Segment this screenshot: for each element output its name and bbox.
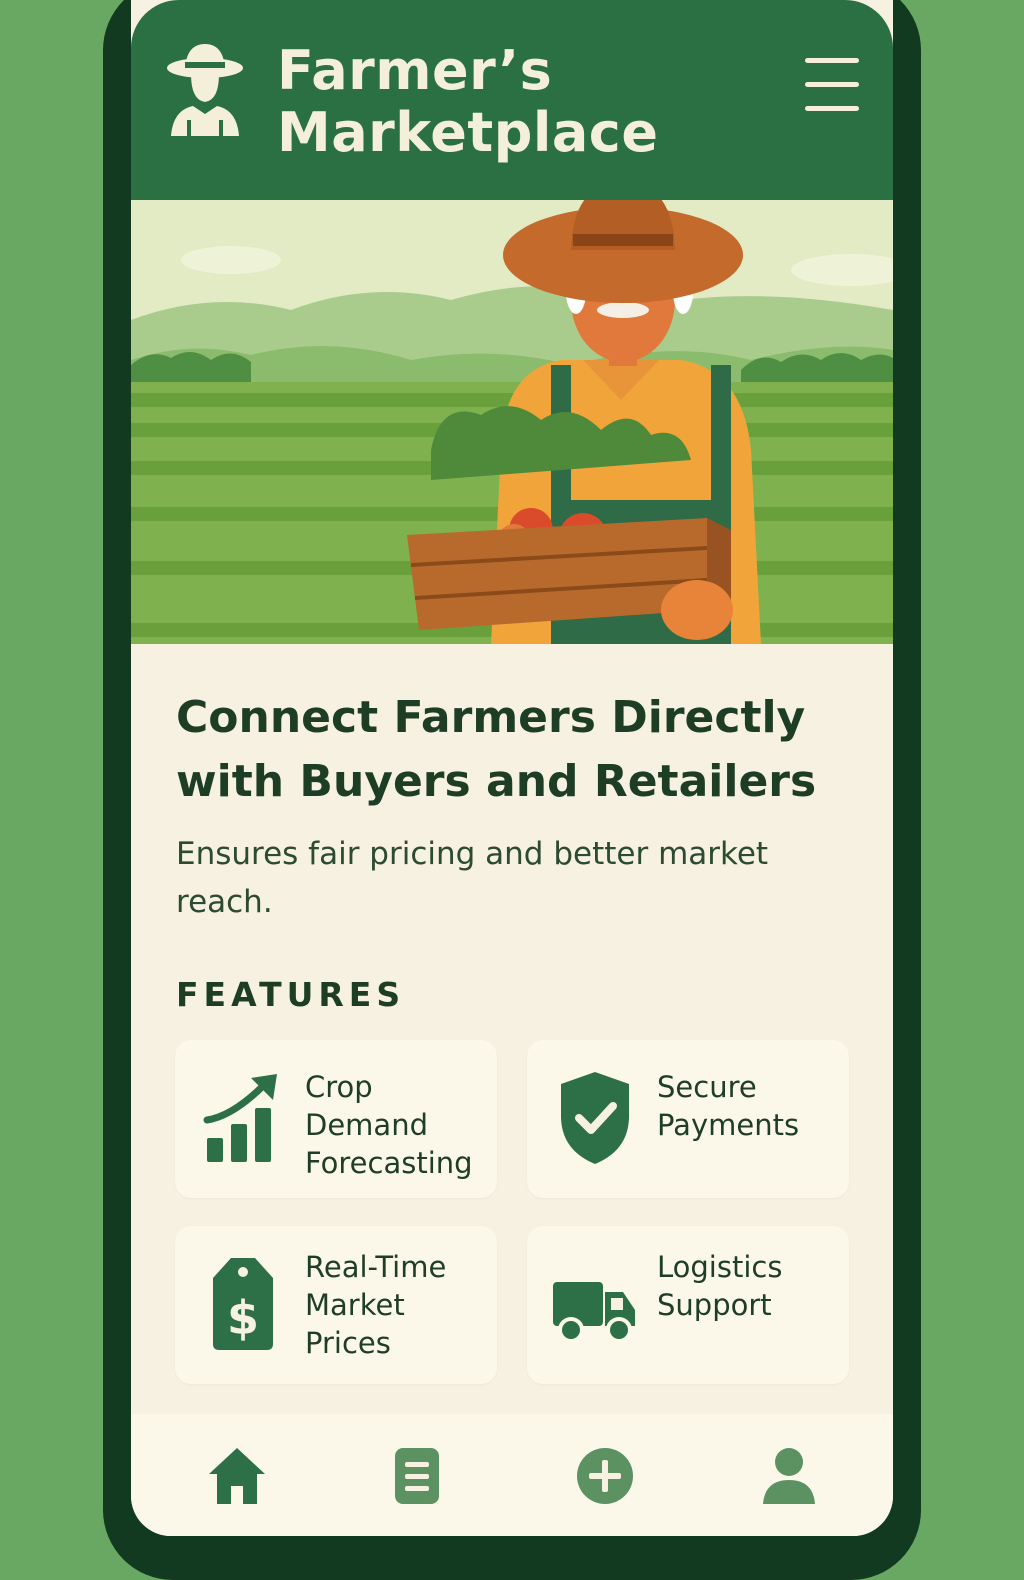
- feature-label: Logistics Support: [657, 1250, 783, 1322]
- feature-card-crop-demand-forecasting[interactable]: Crop Demand Forecasting: [175, 1040, 497, 1198]
- document-list-icon[interactable]: [385, 1444, 449, 1508]
- feature-label: Crop Demand Forecasting: [305, 1070, 473, 1180]
- bottom-nav: [131, 1414, 893, 1536]
- shield-check-icon: [561, 1072, 629, 1164]
- features-heading: FEATURES: [176, 975, 406, 1014]
- hamburger-menu-icon[interactable]: [805, 58, 859, 114]
- feature-card-secure-payments[interactable]: Secure Payments: [527, 1040, 849, 1198]
- profile-icon[interactable]: [757, 1444, 821, 1508]
- feature-card-logistics-support[interactable]: Logistics Support: [527, 1226, 849, 1384]
- farmer-avatar-icon: [167, 44, 243, 136]
- chart-trend-up-icon: [203, 1074, 277, 1162]
- hero-illustration: [131, 200, 893, 644]
- app-title: Farmer’s Marketplace: [277, 39, 659, 164]
- hero-subtext: Ensures fair pricing and better market r…: [176, 836, 769, 920]
- delivery-truck-icon: [553, 1282, 635, 1343]
- price-tag-dollar-icon: $: [213, 1258, 273, 1350]
- plus-circle-icon[interactable]: [573, 1444, 637, 1508]
- svg-text:$: $: [227, 1291, 259, 1345]
- feature-label: Real-Time Market Prices: [305, 1250, 447, 1360]
- hero-headline: Connect Farmers Directly with Buyers and…: [176, 692, 817, 807]
- feature-card-real-time-market-prices[interactable]: $ Real-Time Market Prices: [175, 1226, 497, 1384]
- home-icon[interactable]: [205, 1444, 269, 1508]
- app-screen: Farmer’s Marketplace Connect Farmers Dir…: [131, 0, 893, 1536]
- feature-label: Secure Payments: [657, 1070, 800, 1142]
- app-header: Farmer’s Marketplace: [131, 0, 893, 200]
